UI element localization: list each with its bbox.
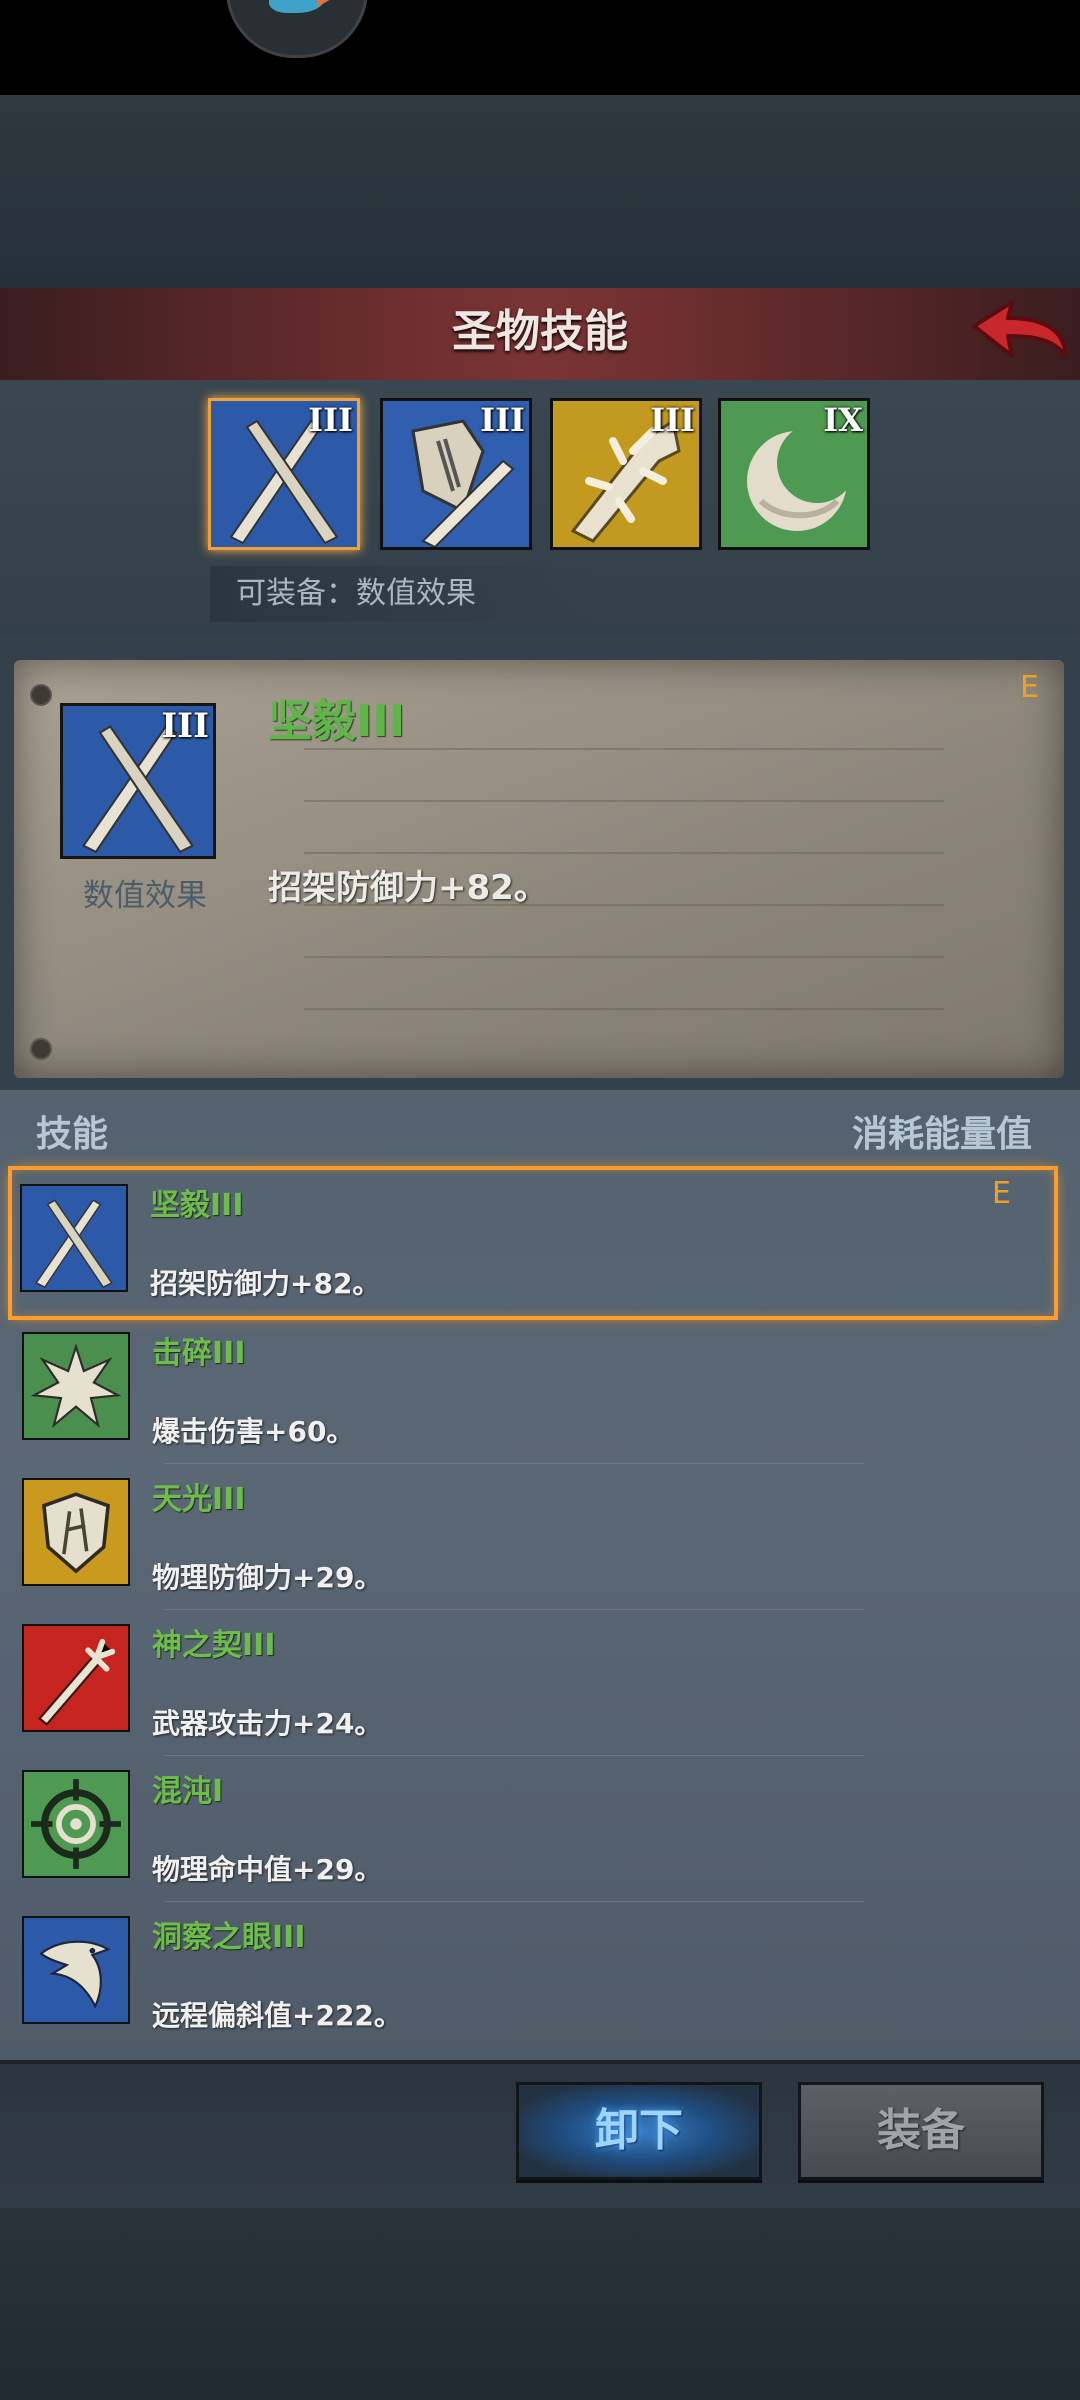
eagle-icon xyxy=(22,1916,130,2024)
relic-rank-label: III xyxy=(308,401,353,439)
relic-slot-2[interactable]: III xyxy=(380,398,532,550)
list-header-energy-cost: 消耗能量值 xyxy=(851,1114,1032,1155)
shield-icon xyxy=(22,1478,130,1586)
skill-description: 爆击伤害+60。 xyxy=(152,1415,355,1448)
notification-avatar-icon xyxy=(226,0,368,58)
bottom-background xyxy=(0,2208,1080,2400)
detail-skill-description: 招架防御力+82。 xyxy=(268,868,548,908)
skill-row-jianyi[interactable]: 坚毅III 招架防御力+82。 E xyxy=(8,1166,1058,1320)
skill-row-shenzhiqi[interactable]: 神之契III 武器攻击力+24。 xyxy=(14,1610,1054,1756)
skill-description: 招架防御力+82。 xyxy=(150,1267,381,1300)
relic-slot-3[interactable]: III xyxy=(550,398,702,550)
skill-row-dongchazhiyan[interactable]: 洞察之眼III 远程偏斜值+222。 xyxy=(14,1902,1054,2048)
relic-slot-4[interactable]: IX xyxy=(718,398,870,550)
skill-name: 混沌I xyxy=(152,1774,224,1809)
rivet-icon xyxy=(30,1038,52,1060)
crossed-swords-icon xyxy=(20,1184,128,1292)
detail-rank-label: III xyxy=(161,706,209,746)
sword-icon xyxy=(22,1624,130,1732)
page-title: 圣物技能 xyxy=(452,307,628,356)
list-header-skill: 技能 xyxy=(36,1114,109,1155)
detail-category-label: 数值效果 xyxy=(83,878,207,914)
skill-description: 物理防御力+29。 xyxy=(152,1561,383,1594)
relic-rank-label: IX xyxy=(823,401,863,439)
equip-hint-label: 可装备：数值效果 xyxy=(210,566,600,622)
skill-name: 神之契III xyxy=(152,1628,276,1663)
skill-name: 洞察之眼III xyxy=(152,1920,306,1955)
skill-energy-tag: E xyxy=(992,1176,1011,1211)
skill-row-jisui[interactable]: 击碎III 爆击伤害+60。 xyxy=(14,1318,1054,1464)
status-bar xyxy=(0,0,1080,95)
relic-rank-label: III xyxy=(650,401,695,439)
header-bar: 圣物技能 xyxy=(0,288,1080,383)
relic-slot-1[interactable]: III xyxy=(208,398,360,550)
detail-energy-tag: E xyxy=(1020,670,1039,705)
detail-skill-name: 坚毅III xyxy=(268,696,406,747)
back-arrow-icon xyxy=(972,300,1068,358)
skill-description: 武器攻击力+24。 xyxy=(152,1707,383,1740)
top-background xyxy=(0,95,1080,288)
equip-button[interactable]: 装备 xyxy=(798,2082,1044,2180)
skill-name: 击碎III xyxy=(152,1336,246,1371)
skill-description: 远程偏斜值+222。 xyxy=(152,1999,402,2032)
skill-row-hundun[interactable]: 混沌I 物理命中值+29。 xyxy=(14,1756,1054,1902)
skill-description: 物理命中值+29。 xyxy=(152,1853,383,1886)
rivet-icon xyxy=(30,684,52,706)
back-button[interactable] xyxy=(968,296,1072,368)
crosshair-icon xyxy=(22,1770,130,1878)
detail-skill-icon: III xyxy=(60,703,216,859)
skill-name: 坚毅III xyxy=(150,1188,244,1223)
unequip-button[interactable]: 卸下 xyxy=(516,2082,762,2180)
skill-row-tianguang[interactable]: 天光III 物理防御力+29。 xyxy=(14,1464,1054,1610)
relic-rank-label: III xyxy=(480,401,525,439)
skill-name: 天光III xyxy=(152,1482,246,1517)
burst-icon xyxy=(22,1332,130,1440)
